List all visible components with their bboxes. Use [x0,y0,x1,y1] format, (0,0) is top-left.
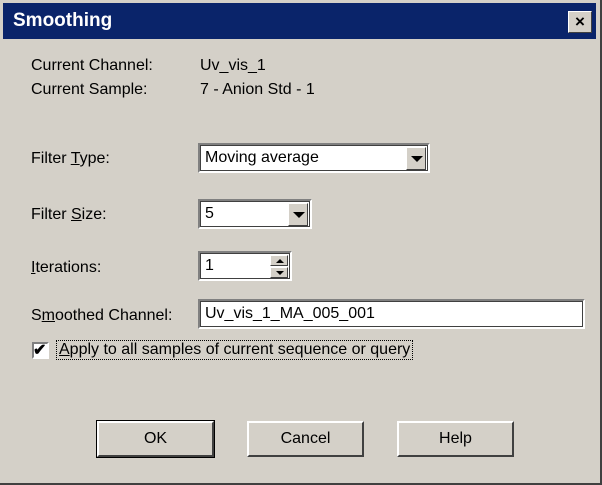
filter-size-select[interactable]: 5 [198,199,312,229]
chevron-down-icon [293,212,305,218]
smoothed-channel-label: Smoothed Channel: [31,307,173,324]
close-button[interactable]: × [568,11,592,33]
arrow-down-icon [276,271,284,275]
arrow-up-icon [276,259,284,263]
cancel-button[interactable]: Cancel [247,421,364,457]
filter-size-label: Filter Size: [31,206,107,223]
help-button[interactable]: Help [397,421,514,457]
filter-type-dropdown-button[interactable] [406,147,426,170]
dialog-title: Smoothing [13,10,113,31]
iterations-stepper[interactable]: 1 [198,251,292,281]
current-sample-value: 7 - Anion Std - 1 [200,81,315,98]
filter-type-label: Filter Type: [31,150,110,167]
filter-size-value: 5 [205,205,214,222]
checkmark-icon: ✔ [33,342,47,359]
current-channel-label: Current Channel: [31,57,153,74]
smoothed-channel-value: Uv_vis_1_MA_005_001 [205,305,375,322]
apply-all-label[interactable]: Apply to all samples of current sequence… [56,340,414,360]
filter-type-value: Moving average [205,149,319,166]
ok-button[interactable]: OK [96,420,215,458]
close-icon: × [575,12,585,31]
filter-size-dropdown-button[interactable] [288,203,308,226]
current-sample-label: Current Sample: [31,81,148,98]
apply-all-checkbox[interactable]: ✔ [32,342,49,359]
filter-type-select[interactable]: Moving average [198,143,430,173]
iterations-spin-buttons [270,255,288,278]
smoothing-dialog: Smoothing × Current Channel: Uv_vis_1 Cu… [0,0,602,485]
iterations-value: 1 [205,257,214,274]
title-bar[interactable]: Smoothing × [3,3,596,39]
iterations-label: Iterations: [31,259,102,276]
smoothed-channel-input[interactable]: Uv_vis_1_MA_005_001 [198,299,585,329]
spin-down-button[interactable] [270,267,288,278]
spin-up-button[interactable] [270,255,288,266]
chevron-down-icon [411,156,423,162]
current-channel-value: Uv_vis_1 [200,57,266,74]
